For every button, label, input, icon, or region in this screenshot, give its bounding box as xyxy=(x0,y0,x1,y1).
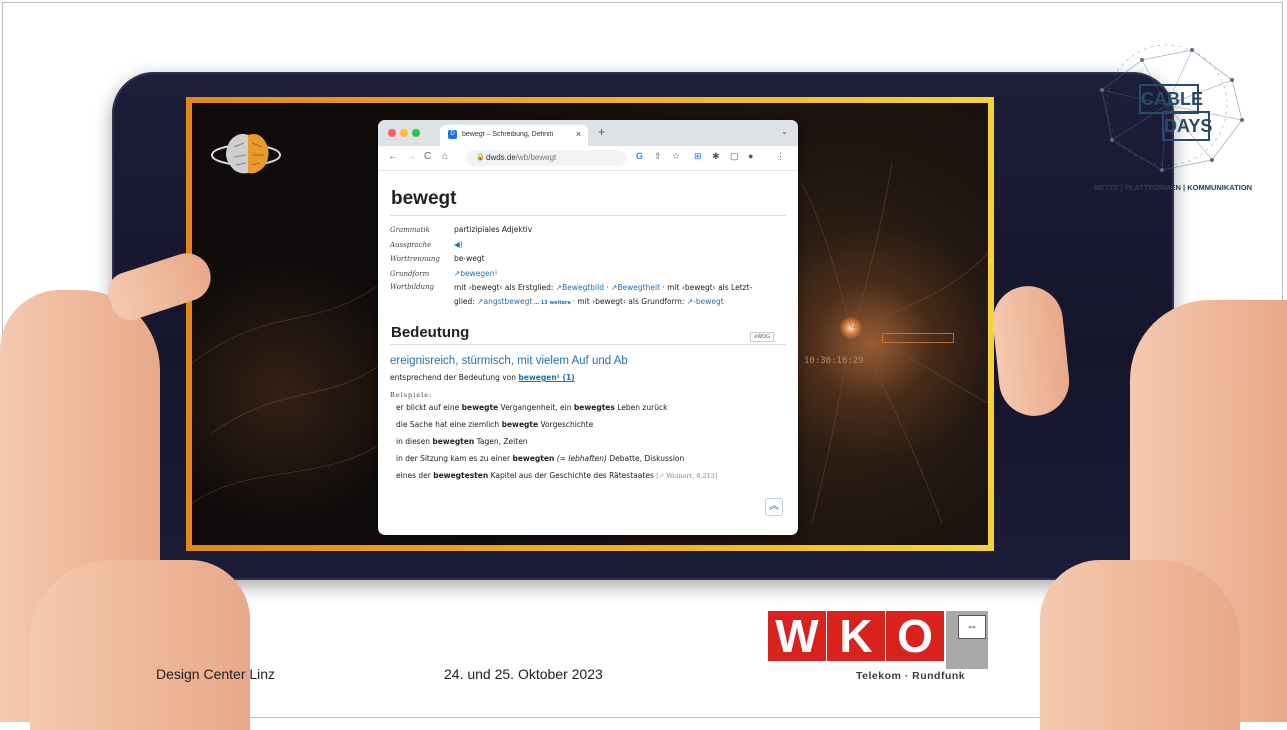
example-item: in der Sitzung kam es zu einer bewegten … xyxy=(396,454,685,463)
wordformation-link[interactable]: ↗angstbewegt xyxy=(477,297,532,306)
grammar-key: Worttrennung xyxy=(390,255,440,263)
example-item: er blickt auf eine bewegte Vergangenheit… xyxy=(396,403,668,412)
hud-bar xyxy=(882,333,954,343)
wordformation-text: · mit ›bewegt‹ als Letzt- xyxy=(660,283,753,292)
translate-icon[interactable]: ⊞ xyxy=(694,151,702,162)
wko-subtitle: Telekom · Rundfunk xyxy=(856,670,966,682)
baseform-link[interactable]: ↗bewegen¹ xyxy=(454,269,498,278)
timecode: 10:30:16:29 xyxy=(804,356,864,366)
wordformation-row: Wortbildung mit ›bewegt‹ als Erstglied: … xyxy=(390,281,786,310)
browser-tab[interactable]: D bewegt – Schreibung, Definiti × xyxy=(440,125,588,146)
example-item: in diesen bewegten Tagen, Zeiten xyxy=(396,437,528,446)
profile-avatar-icon[interactable]: ● xyxy=(748,151,753,161)
right-wrist xyxy=(1040,560,1240,730)
baseform-row: Grundform ↗bewegen¹ xyxy=(390,267,786,282)
grammar-value: be-wegt xyxy=(454,254,485,263)
section-title: Bedeutung xyxy=(391,324,470,341)
definition-text: ereignisreich, stürmisch, mit vielem Auf… xyxy=(390,355,628,367)
wordformation-text: glied: xyxy=(454,296,478,306)
grammar-key: Grundform xyxy=(390,269,430,278)
wko-emblem-icon: ⇔ xyxy=(958,615,986,639)
grammar-value: partizipiales Adjektiv xyxy=(454,225,533,234)
example-item: eines der bewegtesten Kapitel aus der Ge… xyxy=(396,467,786,485)
slide: 10:30:16:29 D bewegt – Schreibung, Defin… xyxy=(0,0,1287,730)
tab-search-chevron-icon[interactable]: ⌄ xyxy=(781,127,788,136)
cable-days-tagline: NETZE | PLATTFORMEN | KOMMUNIKATION xyxy=(1094,183,1253,192)
wko-letter-o: O xyxy=(886,611,944,661)
speaker-icon[interactable]: ◀) xyxy=(454,240,463,249)
address-url: dwds.de/wb/bewegt xyxy=(486,153,557,162)
hyphenation-row: Worttrennung be-wegt xyxy=(390,252,786,267)
cable-word: CABLE xyxy=(1139,84,1203,114)
grammar-key: Wortbildung xyxy=(390,283,435,291)
wko-letter-k: K xyxy=(827,611,885,661)
google-icon[interactable]: G xyxy=(636,151,643,161)
tab-title: bewegt – Schreibung, Definiti xyxy=(462,131,554,138)
left-wrist xyxy=(30,560,250,730)
bookmark-star-icon[interactable]: ☆ xyxy=(672,151,680,162)
divider xyxy=(390,344,786,345)
tab-bar: D bewegt – Schreibung, Definiti × + ⌄ xyxy=(378,120,798,146)
wordformation-link[interactable]: ↗Bewegtbild xyxy=(556,283,604,292)
close-window-button[interactable] xyxy=(388,129,396,137)
back-arrow-icon[interactable]: ← xyxy=(388,151,398,162)
minimize-window-button[interactable] xyxy=(400,129,408,137)
grammar-row: Grammatik partizipiales Adjektiv xyxy=(390,223,786,238)
home-icon[interactable]: ⌂ xyxy=(442,151,448,162)
more-link[interactable]: … 13 weitere xyxy=(532,300,572,306)
address-bar[interactable]: 🔒 dwds.de/wb/bewegt xyxy=(466,150,626,166)
divider xyxy=(390,215,786,216)
wordformation-text: · mit ›bewegt‹ als Grundform: xyxy=(572,296,687,306)
headword: bewegt xyxy=(391,188,457,209)
page-content: bewegt Grammatik partizipiales Adjektiv A… xyxy=(378,170,798,535)
examples-label: Beispiele: xyxy=(390,391,433,399)
footer-venue: Design Center Linz xyxy=(156,666,276,682)
reload-icon[interactable]: C xyxy=(424,151,431,162)
share-icon[interactable]: ⇧ xyxy=(654,151,662,162)
pronunciation-row: Aussprache ◀) xyxy=(390,238,786,253)
wordformation-link[interactable]: ↗Bewegtheit xyxy=(611,283,660,292)
new-tab-icon[interactable]: + xyxy=(598,125,605,139)
lock-icon: 🔒 xyxy=(476,154,485,161)
dwds-favicon-icon: D xyxy=(448,130,457,139)
menu-kebab-icon[interactable]: ⋮ xyxy=(776,151,785,162)
wordformation-link[interactable]: ↗-bewegt xyxy=(687,297,724,306)
meaning-link[interactable]: bewegen¹ (1) xyxy=(518,373,574,382)
source-badge[interactable]: eWDG xyxy=(750,332,774,342)
wko-letter-w: W xyxy=(768,611,826,661)
browser-toolbar: ← → C ⌂ 🔒 dwds.de/wb/bewegt G ⇧ ☆ ⊞ ✱ ▢ … xyxy=(378,146,798,171)
sidepanel-icon[interactable]: ▢ xyxy=(730,151,739,162)
example-text: eines der bewegtesten Kapitel aus der Ge… xyxy=(396,471,654,480)
footer-date: 24. und 25. Oktober 2023 xyxy=(444,666,603,682)
close-tab-icon[interactable]: × xyxy=(576,129,581,139)
definition-sub: entsprechend der Bedeutung von bewegen¹ … xyxy=(390,373,786,382)
grammar-key: Aussprache xyxy=(390,240,432,249)
extensions-icon[interactable]: ✱ xyxy=(712,151,720,162)
sub-prefix: entsprechend der Bedeutung von xyxy=(390,373,519,382)
brain-logo-icon xyxy=(211,133,281,174)
example-list: er blickt auf eine bewegte Vergangenheit… xyxy=(390,399,786,485)
scroll-to-top-icon[interactable]: ︽ xyxy=(765,498,783,516)
forward-arrow-icon[interactable]: → xyxy=(406,151,416,162)
days-word: DAYS xyxy=(1162,111,1212,141)
example-item: die Sache hat eine ziemlich bewegte Vorg… xyxy=(396,420,594,429)
example-source[interactable]: [↗ Weinert, 8,213] xyxy=(656,472,717,480)
grammar-key: Grammatik xyxy=(390,226,430,234)
maximize-window-button[interactable] xyxy=(412,129,420,137)
browser-window: D bewegt – Schreibung, Definiti × + ⌄ ← … xyxy=(378,120,798,535)
wordformation-text: mit ›bewegt‹ als Erstglied: xyxy=(454,283,556,292)
